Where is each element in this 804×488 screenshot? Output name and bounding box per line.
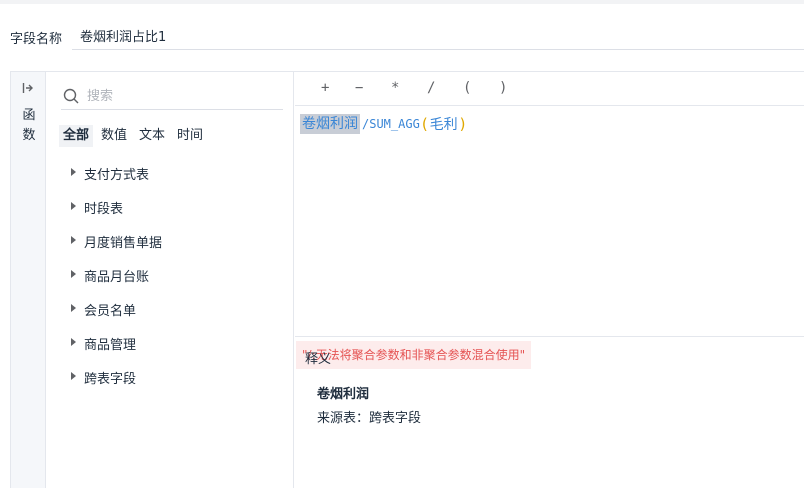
tree-item-label: 时段表 xyxy=(84,202,124,217)
filter-number[interactable]: 数值 xyxy=(97,125,131,147)
operator-close-paren-button[interactable]: ) xyxy=(499,80,507,96)
top-bar xyxy=(0,0,804,4)
tree-item-label: 商品月台账 xyxy=(84,270,150,285)
search-input[interactable] xyxy=(87,84,277,108)
tree-item-label: 会员名单 xyxy=(84,304,137,319)
expand-caret-icon[interactable] xyxy=(71,168,76,176)
field-name-input[interactable] xyxy=(72,22,804,50)
description-panel: 释义 卷烟利润 来源表：跨表字段 xyxy=(295,336,804,488)
description-title: 释义 xyxy=(305,352,332,367)
filter-text[interactable]: 文本 xyxy=(135,125,169,147)
formula-input-area[interactable]: 卷烟利润 / SUM_AGG ( 毛利 ) "/:无法将聚合参数和非聚合参数混合… xyxy=(295,106,804,369)
table-tree: 支付方式表 时段表 月度销售单据 商品月台账 会员名单 商品管理 跨表字段 xyxy=(71,164,162,402)
tree-item-product-ledger[interactable]: 商品月台账 xyxy=(71,266,162,300)
operator-open-paren-button[interactable]: ( xyxy=(463,80,471,96)
description-source: 来源表：跨表字段 xyxy=(317,411,422,426)
tree-item-label: 商品管理 xyxy=(84,338,137,353)
search-box xyxy=(61,84,283,110)
formula-editor: 函数 全部 数值 文本 时间 支付方式表 时段表 月度销售单据 商品月台账 会员… xyxy=(10,71,804,488)
formula-function-token: SUM_AGG xyxy=(369,117,420,131)
tree-item-period-table[interactable]: 时段表 xyxy=(71,198,162,232)
expand-caret-icon[interactable] xyxy=(71,372,76,380)
formula-open-paren: ( xyxy=(421,115,428,133)
formula-panel: + − * / ( ) 卷烟利润 / SUM_AGG ( 毛利 ) "/:无法将… xyxy=(295,72,804,488)
filter-all[interactable]: 全部 xyxy=(59,125,94,147)
function-tab-label: 函数 xyxy=(22,108,36,143)
tree-item-label: 支付方式表 xyxy=(84,168,150,183)
formula-argument-token[interactable]: 毛利 xyxy=(430,114,458,134)
tree-item-monthly-sales[interactable]: 月度销售单据 xyxy=(71,232,162,266)
expand-caret-icon[interactable] xyxy=(71,236,76,244)
field-list-panel: 全部 数值 文本 时间 支付方式表 时段表 月度销售单据 商品月台账 会员名单 … xyxy=(47,72,294,488)
tree-item-label: 月度销售单据 xyxy=(84,236,163,251)
formula-close-paren: ) xyxy=(459,115,466,133)
description-field-name: 卷烟利润 xyxy=(317,387,370,402)
operator-toolbar: + − * / ( ) xyxy=(295,72,804,106)
tree-item-member-list[interactable]: 会员名单 xyxy=(71,300,162,334)
operator-divide-button[interactable]: / xyxy=(427,80,435,96)
field-name-row: 字段名称 xyxy=(0,22,804,50)
operator-multiply-button[interactable]: * xyxy=(391,80,399,96)
expand-caret-icon[interactable] xyxy=(71,338,76,346)
tree-item-cross-table-fields[interactable]: 跨表字段 xyxy=(71,368,162,402)
tree-item-label: 跨表字段 xyxy=(84,372,137,387)
filter-time[interactable]: 时间 xyxy=(173,125,207,147)
tree-item-product-management[interactable]: 商品管理 xyxy=(71,334,162,368)
type-filter-tabs: 全部 数值 文本 时间 xyxy=(59,125,207,147)
expand-caret-icon[interactable] xyxy=(71,270,76,278)
search-icon xyxy=(63,88,79,104)
formula-field-token[interactable]: 卷烟利润 xyxy=(300,114,360,134)
expand-caret-icon[interactable] xyxy=(71,202,76,210)
tree-item-payment-table[interactable]: 支付方式表 xyxy=(71,164,162,198)
formula-operator-token: / xyxy=(362,117,370,131)
collapse-arrow-icon[interactable] xyxy=(22,82,34,97)
operator-minus-button[interactable]: − xyxy=(355,80,363,96)
operator-plus-button[interactable]: + xyxy=(321,80,329,96)
formula-expression: 卷烟利润 / SUM_AGG ( 毛利 ) xyxy=(300,114,468,134)
function-side-tab[interactable]: 函数 xyxy=(11,72,46,488)
expand-caret-icon[interactable] xyxy=(71,304,76,312)
field-name-label: 字段名称 xyxy=(10,32,63,47)
